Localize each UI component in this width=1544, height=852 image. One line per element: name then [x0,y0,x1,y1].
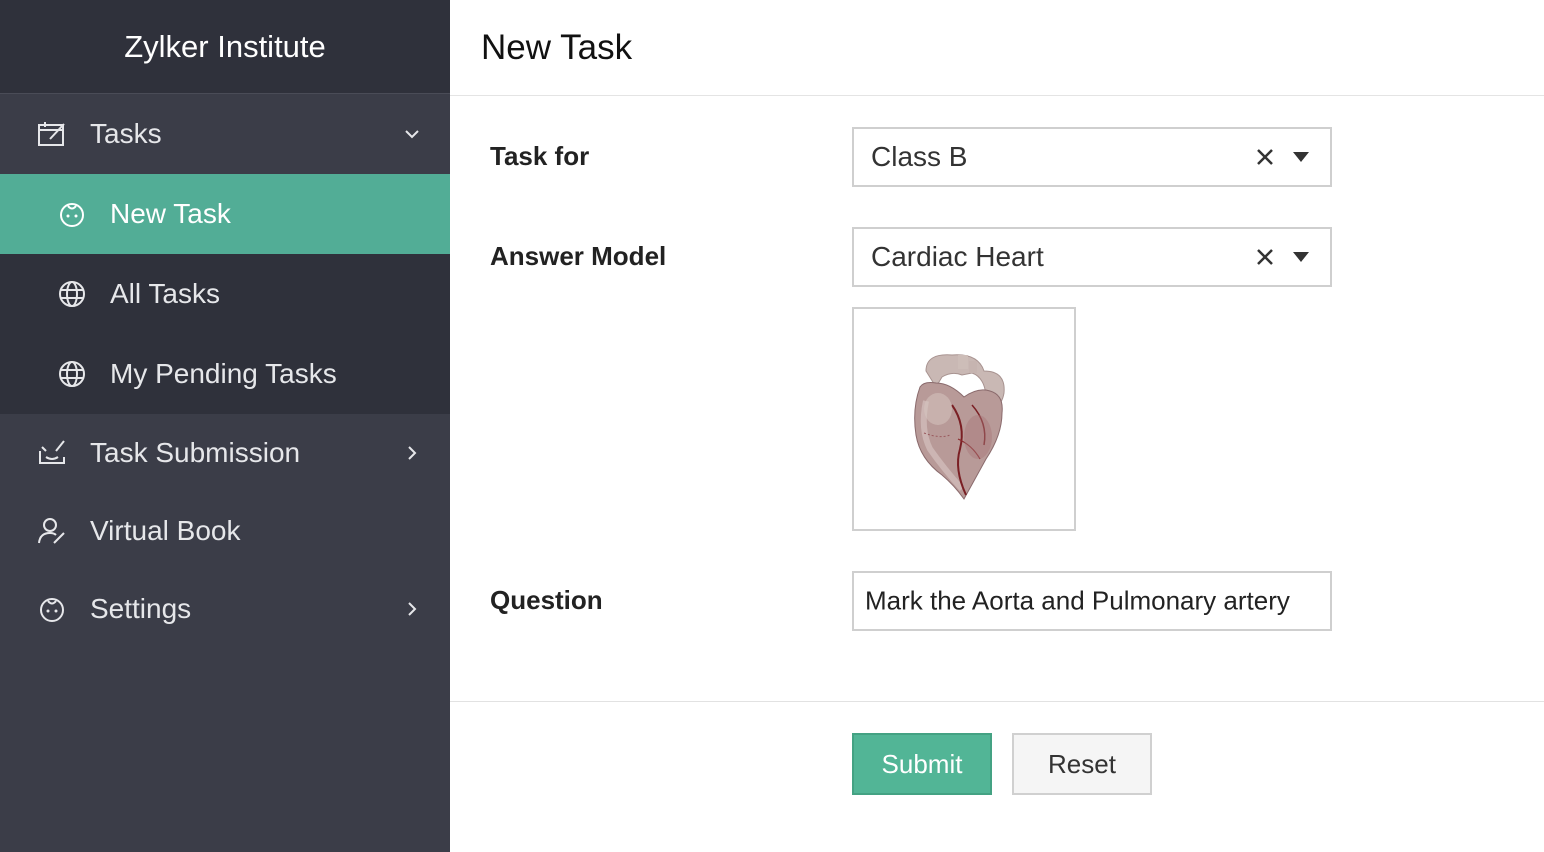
sidebar-item-new-task[interactable]: New Task [0,174,450,254]
sidebar-item-all-tasks[interactable]: All Tasks [0,254,450,334]
caret-down-icon[interactable] [1292,151,1310,163]
chevron-down-icon [405,130,419,139]
sidebar-item-virtual-book[interactable]: Virtual Book [0,492,450,570]
sidebar-item-settings[interactable]: Settings [0,570,450,648]
tasks-submenu: New Task All Tasks My Pending Tasks [0,174,450,414]
answer-model-value: Cardiac Heart [871,241,1044,272]
task-board-icon [38,122,65,146]
sidebar-item-label: Settings [90,593,192,624]
task-for-select[interactable]: Class B [852,127,1332,187]
sidebar-item-tasks[interactable]: Tasks [0,94,450,174]
brand-name: Zylker Institute [124,28,326,64]
globe-icon [59,281,85,307]
answer-model-select[interactable]: Cardiac Heart [852,227,1332,287]
sidebar-item-label: Task Submission [90,437,301,468]
reset-button[interactable]: Reset [1012,733,1152,795]
sidebar-item-label: Tasks [90,118,162,149]
globe-icon [59,361,85,387]
chevron-right-icon [408,602,417,616]
face-icon [60,203,84,227]
sidebar-item-task-submission[interactable]: Task Submission [0,414,450,492]
model-preview [852,307,1076,531]
submission-icon [39,440,65,464]
close-icon[interactable] [1254,146,1276,168]
submit-button[interactable]: Submit [852,733,992,795]
chevron-right-icon [408,446,417,460]
caret-down-icon[interactable] [1292,251,1310,263]
question-label: Question [490,585,603,615]
sidebar-item-label: Virtual Book [90,515,241,546]
sidebar-item-label: New Task [110,198,231,229]
question-input-value: Mark the Aorta and Pulmonary artery [865,585,1290,616]
task-for-label: Task for [490,141,590,171]
brand-header: Zylker Institute [0,0,450,94]
sidebar-item-label: All Tasks [110,278,220,309]
page-title: New Task [481,27,633,67]
main-content: New Task Task for Class B Answer Model C… [450,0,1544,852]
sidebar-item-label: My Pending Tasks [110,358,337,389]
face-icon [40,598,64,622]
sidebar: Zylker Institute Tasks New Task All Task… [0,0,450,852]
close-icon[interactable] [1254,246,1276,268]
task-for-value: Class B [871,141,968,172]
question-input[interactable]: Mark the Aorta and Pulmonary artery [852,571,1332,631]
page-header: New Task [450,0,1544,96]
footer-divider [450,701,1544,702]
sidebar-item-my-pending-tasks[interactable]: My Pending Tasks [0,334,450,414]
answer-model-label: Answer Model [490,241,667,271]
user-edit-icon [38,518,65,544]
heart-model-image [914,354,1005,500]
